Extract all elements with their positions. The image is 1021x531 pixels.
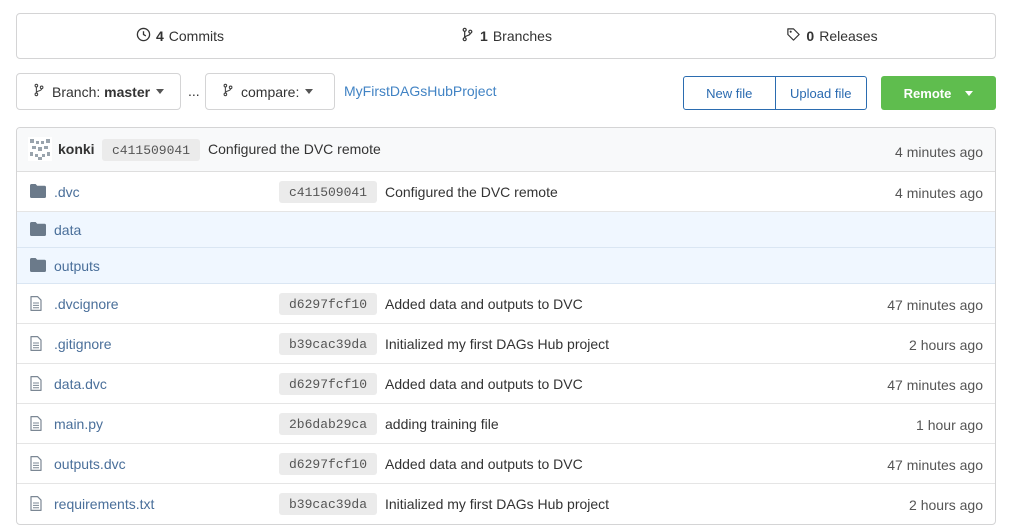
file-commit-sha[interactable]: d6297fcf10 [279, 453, 378, 475]
file-commit-time: 4 minutes ago [895, 185, 983, 201]
repo-stats-bar: 4 Commits 1 Branches 0 Releases [16, 13, 996, 59]
repo-name-link[interactable]: MyFirstDAGsHubProject [344, 83, 496, 99]
file-row: .gitignore b39cac39da Initialized my first… [17, 324, 995, 364]
branch-icon [460, 27, 475, 45]
tag-icon [786, 27, 801, 45]
branches-link[interactable]: 1 Branches [343, 27, 669, 45]
folder-icon [30, 258, 46, 273]
commits-link[interactable]: 4 Commits [17, 27, 343, 45]
chevron-down-icon [965, 90, 974, 96]
file-row: requirements.txt b39cac39da Initialized my… [17, 484, 995, 524]
commit-message[interactable]: Configured the DVC remote [208, 141, 381, 157]
chevron-down-icon [156, 89, 165, 94]
history-icon [136, 27, 151, 45]
file-table: konki c411509041 Configured the DVC remo… [16, 127, 996, 525]
branch-icon [33, 83, 52, 100]
branch-icon [222, 83, 241, 100]
file-commit-time: 2 hours ago [909, 337, 983, 353]
file-commit-time: 47 minutes ago [887, 297, 983, 313]
folder-row: outputs [17, 248, 995, 284]
file-actions-group: New file Upload file [683, 76, 867, 110]
compare-dropdown[interactable]: compare: [205, 73, 335, 110]
file-commit-sha[interactable]: 2b6dab29ca [279, 413, 378, 435]
remote-button[interactable]: Remote [881, 76, 996, 110]
file-commit-message[interactable]: Added data and outputs to DVC [385, 456, 583, 472]
latest-commit-header: konki c411509041 Configured the DVC remo… [17, 128, 995, 172]
releases-label: Releases [819, 28, 878, 44]
file-row: main.py 2b6dab29ca adding training file 1 h… [17, 404, 995, 444]
folder-icon [30, 222, 46, 237]
new-file-button[interactable]: New file [684, 77, 775, 109]
file-commit-message[interactable]: Added data and outputs to DVC [385, 296, 583, 312]
file-icon [30, 496, 46, 511]
file-name[interactable]: data.dvc [54, 376, 107, 392]
branch-name: master [104, 83, 151, 100]
file-commit-sha[interactable]: d6297fcf10 [279, 373, 378, 395]
compare-label: compare: [241, 83, 300, 100]
file-row: data.dvc d6297fcf10 Added data and outputs… [17, 364, 995, 404]
avatar[interactable] [28, 137, 52, 161]
upload-file-button[interactable]: Upload file [774, 77, 867, 109]
file-icon [30, 336, 46, 351]
file-name[interactable]: data [54, 222, 81, 238]
commit-time: 4 minutes ago [895, 144, 983, 160]
branches-count: 1 [480, 28, 488, 44]
file-commit-message[interactable]: adding training file [385, 416, 499, 432]
chevron-down-icon [305, 89, 314, 94]
releases-link[interactable]: 0 Releases [669, 27, 995, 45]
file-commit-sha[interactable]: b39cac39da [279, 333, 378, 355]
file-row: .dvcignore d6297fcf10 Added data and outpu… [17, 284, 995, 324]
file-commit-time: 2 hours ago [909, 497, 983, 513]
file-commit-message[interactable]: Added data and outputs to DVC [385, 376, 583, 392]
commit-author[interactable]: konki [58, 141, 95, 157]
remote-label: Remote [903, 85, 952, 101]
repo-toolbar: Branch: master ... compare: MyFirstDAGsH… [16, 73, 996, 110]
file-name[interactable]: outputs.dvc [54, 456, 126, 472]
branch-prefix: Branch: [52, 83, 101, 100]
file-name[interactable]: requirements.txt [54, 496, 154, 512]
file-commit-message[interactable]: Initialized my first DAGs Hub project [385, 336, 609, 352]
file-commit-time: 47 minutes ago [887, 457, 983, 473]
file-commit-sha[interactable]: c411509041 [279, 181, 378, 203]
file-commit-time: 47 minutes ago [887, 377, 983, 393]
file-icon [30, 456, 46, 471]
folder-row: data [17, 212, 995, 248]
file-commit-message[interactable]: Configured the DVC remote [385, 184, 558, 200]
releases-count: 0 [806, 28, 815, 44]
file-row: outputs.dvc d6297fcf10 Added data and outp… [17, 444, 995, 484]
file-name[interactable]: .dvcignore [54, 296, 119, 312]
file-name[interactable]: outputs [54, 258, 100, 274]
file-commit-sha[interactable]: d6297fcf10 [279, 293, 378, 315]
file-name[interactable]: .gitignore [54, 336, 112, 352]
file-name[interactable]: main.py [54, 416, 103, 432]
file-icon [30, 416, 46, 431]
file-icon [30, 376, 46, 391]
commits-count: 4 [155, 28, 164, 44]
folder-icon [30, 184, 46, 199]
file-list: .dvc c411509041 Configured the DVC remote 4… [17, 172, 995, 524]
file-icon [30, 296, 46, 311]
commits-label: Commits [168, 28, 225, 44]
file-name[interactable]: .dvc [54, 184, 80, 200]
branch-dropdown[interactable]: Branch: master [16, 73, 181, 110]
ellipsis: ... [188, 83, 200, 99]
commit-sha[interactable]: c411509041 [102, 139, 201, 161]
file-commit-time: 1 hour ago [916, 417, 983, 433]
folder-row: .dvc c411509041 Configured the DVC remote 4… [17, 172, 995, 212]
file-commit-message[interactable]: Initialized my first DAGs Hub project [385, 496, 609, 512]
branches-label: Branches [492, 28, 552, 44]
file-commit-sha[interactable]: b39cac39da [279, 493, 378, 515]
